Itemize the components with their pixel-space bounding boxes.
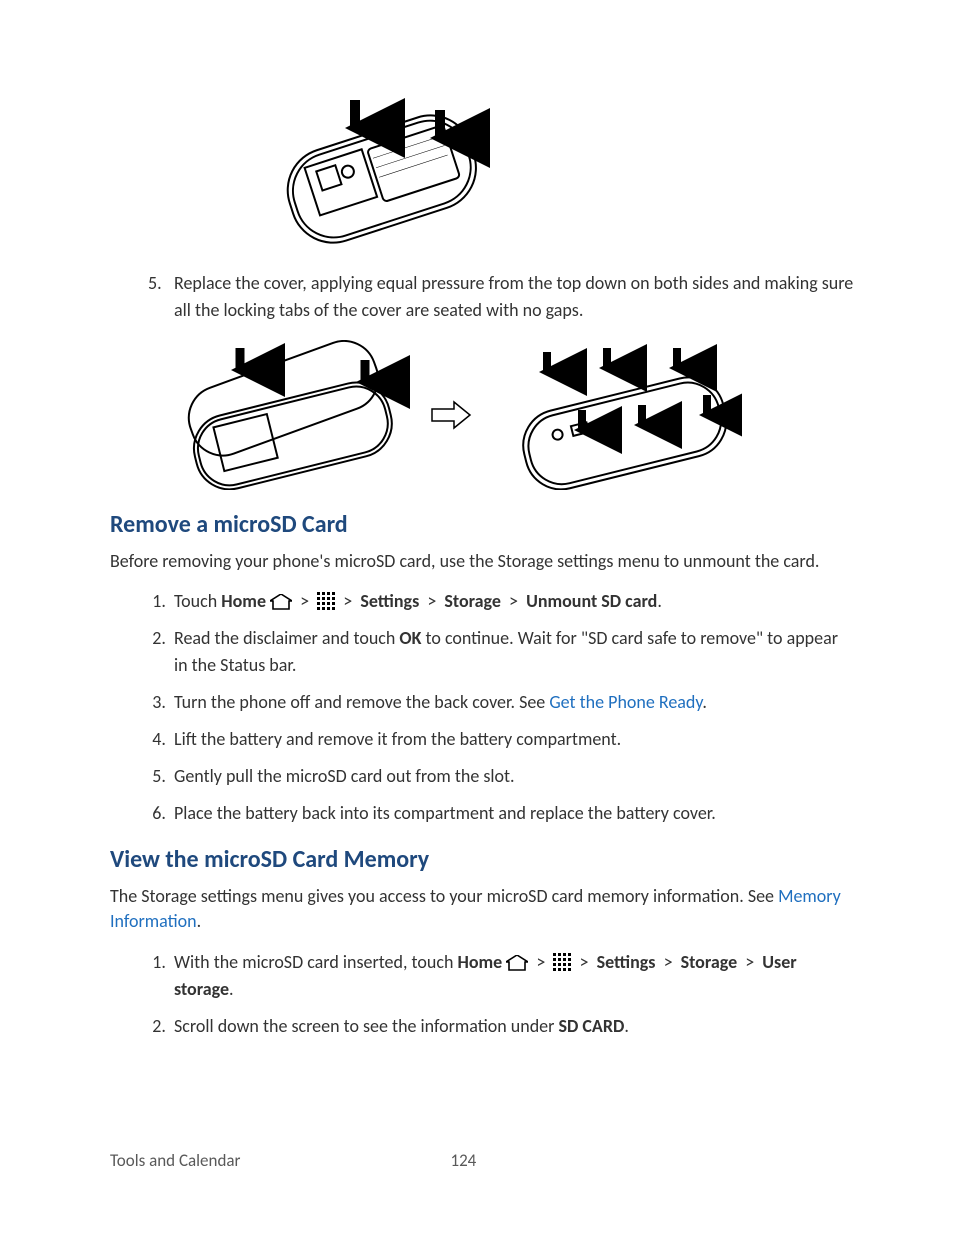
label-settings-2: Settings xyxy=(597,951,656,973)
step-5-list: Replace the cover, applying equal pressu… xyxy=(110,270,854,324)
view-sd-steps: With the microSD card inserted, touch Ho… xyxy=(110,949,854,1040)
label-storage: Storage xyxy=(444,590,501,612)
document-page: Replace the cover, applying equal pressu… xyxy=(0,0,954,1235)
view-step-2: Scroll down the screen to see the inform… xyxy=(170,1013,854,1040)
intro-remove-sd: Before removing your phone's microSD car… xyxy=(110,549,854,574)
heading-remove-sd: Remove a microSD Card xyxy=(110,510,854,539)
label-home-2: Home xyxy=(457,951,502,973)
footer-page-number: 124 xyxy=(450,1150,476,1171)
heading-view-sd: View the microSD Card Memory xyxy=(110,845,854,874)
step-5: Replace the cover, applying equal pressu… xyxy=(170,270,854,324)
phone-cover-open-illustration xyxy=(160,340,410,490)
view-step-1: With the microSD card inserted, touch Ho… xyxy=(170,949,854,1003)
footer-section: Tools and Calendar xyxy=(110,1150,240,1171)
remove-sd-steps: Touch Home > > Settings > Storage > Unmo… xyxy=(110,588,854,827)
apps-grid-icon xyxy=(553,953,571,971)
remove-step-5: Gently pull the microSD card out from th… xyxy=(170,763,854,790)
intro-view-sd: The Storage settings menu gives you acce… xyxy=(110,884,854,934)
remove-step-3: Turn the phone off and remove the back c… xyxy=(170,689,854,716)
remove-step-6: Place the battery back into its compartm… xyxy=(170,800,854,827)
page-footer: Tools and Calendar 124 xyxy=(110,1150,850,1171)
arrow-right-icon xyxy=(430,400,472,430)
home-icon xyxy=(506,955,528,971)
figure-battery-insert xyxy=(250,80,854,250)
home-icon xyxy=(270,594,292,610)
label-ok: OK xyxy=(399,627,421,649)
apps-grid-icon xyxy=(317,592,335,610)
remove-step-2: Read the disclaimer and touch OK to cont… xyxy=(170,625,854,679)
phone-battery-illustration xyxy=(250,80,490,250)
step-5-text: Replace the cover, applying equal pressu… xyxy=(174,272,853,321)
remove-step-1: Touch Home > > Settings > Storage > Unmo… xyxy=(170,588,854,615)
figure-cover-replace xyxy=(160,340,854,490)
link-get-phone-ready[interactable]: Get the Phone Ready xyxy=(549,691,702,713)
label-storage-2: Storage xyxy=(681,951,738,973)
phone-cover-closed-illustration xyxy=(492,340,742,490)
remove-step-4: Lift the battery and remove it from the … xyxy=(170,726,854,753)
label-settings: Settings xyxy=(360,590,419,612)
label-unmount: Unmount SD card xyxy=(526,590,657,612)
label-home: Home xyxy=(221,590,266,612)
label-sd-card: SD CARD xyxy=(558,1015,624,1037)
